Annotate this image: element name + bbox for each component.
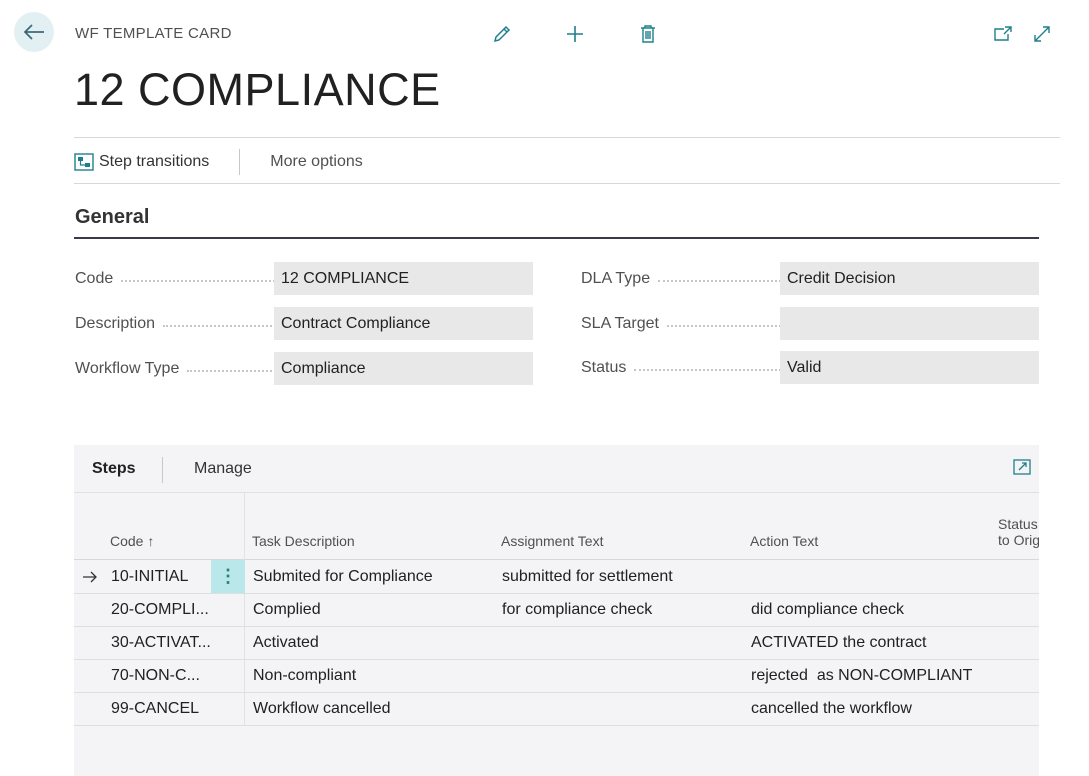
divider [74,183,1060,184]
open-new-window-icon [1013,459,1031,475]
back-button[interactable] [14,12,54,52]
cell-code[interactable]: 70-NON-C... [111,659,200,692]
new-button[interactable] [563,22,587,46]
step-transitions-label: Step transitions [99,153,210,170]
dla-type-field[interactable]: Credit Decision [780,262,1039,295]
cell-task: Submited for Compliance [253,567,433,585]
expand-button[interactable] [1030,22,1054,46]
open-new-window-button[interactable] [991,22,1015,46]
arrow-left-icon [23,24,44,40]
page-caption: WF TEMPLATE CARD [75,25,232,42]
more-options-action[interactable]: More options [270,153,363,171]
more-options-label: More options [270,153,363,170]
field-label: Status [581,358,627,376]
field-workflow-type: Workflow Type Compliance [75,352,533,385]
step-transitions-action[interactable]: Step transitions [74,153,209,171]
edit-button[interactable] [490,22,514,46]
action-bar: Step transitions More options [74,140,363,184]
cell-task: Activated [253,633,319,651]
table-row[interactable]: 99-CANCEL Workflow cancelled cancelled t… [74,692,1039,726]
section-underline [74,237,1039,239]
cell-code[interactable]: 20-COMPLI... [111,593,209,626]
cell-code[interactable]: 99-CANCEL [111,692,199,725]
field-label: Workflow Type [75,359,180,377]
column-header-line: Status [998,516,1038,532]
table-row[interactable]: 10-INITIAL ⋮ Submited for Compliance sub… [74,560,1039,594]
column-header-line: to Orig [998,532,1039,548]
table-row[interactable]: 20-COMPLI... Complied for compliance che… [74,593,1039,627]
delete-trash-icon [641,25,655,43]
field-label: DLA Type [581,269,651,287]
cell-task: Complied [253,600,321,618]
field-sla-target: SLA Target [581,307,1039,340]
cell-code[interactable]: 10-INITIAL [111,560,188,593]
delete-button[interactable] [636,22,660,46]
expand-icon [1034,26,1050,42]
column-header-code[interactable]: Code ↑ [110,533,154,549]
field-label: SLA Target [581,314,659,332]
action-separator [239,149,241,175]
cell-action: did compliance check [751,600,904,618]
field-description: Description Contract Compliance [75,307,533,340]
code-field[interactable]: 12 COMPLIANCE [274,262,533,295]
add-plus-icon [567,26,583,42]
cell-action: cancelled the workflow [751,699,912,717]
cell-assignment: submitted for settlement [502,567,673,585]
row-actions-menu-icon[interactable]: ⋮ [211,560,245,593]
divider [74,137,1060,138]
open-new-window-icon [994,26,1012,41]
field-status: Status Valid [581,351,1039,384]
tab-steps[interactable]: Steps [92,460,136,478]
table-row[interactable]: 30-ACTIVAT... Activated ACTIVATED the co… [74,626,1039,660]
column-header-action-text[interactable]: Action Text [750,533,818,549]
tab-separator [162,457,163,483]
grid-header: Code ↑ Task Description Assignment Text … [74,493,1039,560]
tab-manage[interactable]: Manage [194,460,252,478]
cell-task: Workflow cancelled [253,699,391,717]
table-row[interactable]: 70-NON-C... Non-compliant rejected as NO… [74,659,1039,693]
field-code: Code 12 COMPLIANCE [75,262,533,295]
column-header-task-description[interactable]: Task Description [252,533,355,549]
field-dla-type: DLA Type Credit Decision [581,262,1039,295]
sla-target-field[interactable] [780,307,1039,340]
field-label: Code [75,269,114,287]
status-field[interactable]: Valid [780,351,1039,384]
cell-action: rejected as NON-COMPLIANT [751,666,973,684]
page-title: 12 COMPLIANCE [74,64,441,115]
edit-pencil-icon [493,25,511,43]
general-section-title: General [75,206,150,228]
current-row-arrow-icon [82,560,98,593]
workflow-type-field[interactable]: Compliance [274,352,533,385]
steps-panel: Steps Manage Code ↑ Task Description Ass… [74,445,1039,776]
description-field[interactable]: Contract Compliance [274,307,533,340]
cell-action: ACTIVATED the contract [751,633,927,651]
field-label: Description [75,314,156,332]
column-header-assignment-text[interactable]: Assignment Text [501,533,603,549]
cell-code[interactable]: 30-ACTIVAT... [111,626,211,659]
cell-task: Non-compliant [253,666,357,684]
step-transitions-icon [74,153,94,171]
steps-header: Steps Manage [74,445,1039,493]
cell-assignment: for compliance check [502,600,653,618]
open-in-new-window-button[interactable] [1013,459,1031,480]
column-header-status-to-orig[interactable]: Status to Orig [998,516,1039,548]
